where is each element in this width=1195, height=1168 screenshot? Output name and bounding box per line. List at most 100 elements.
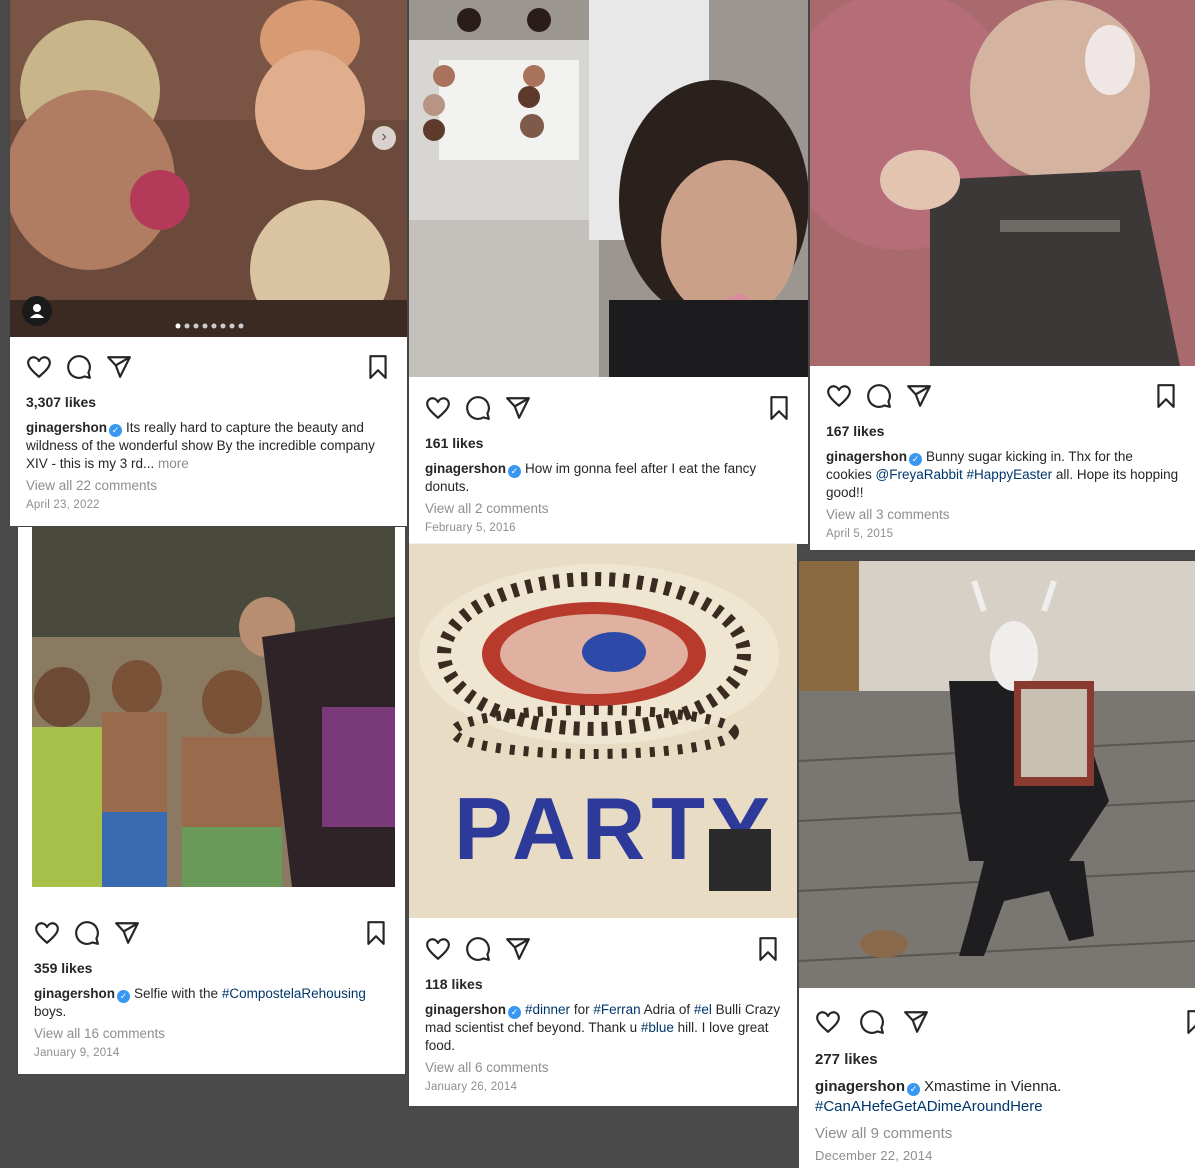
action-bar: [34, 918, 389, 948]
post-photo-show[interactable]: [10, 0, 407, 337]
post-footer: 277 likes ginagershon ✓ Xmastime in Vienna…: [799, 1007, 1195, 1163]
verified-icon: ✓: [508, 1006, 522, 1019]
username-link[interactable]: ginagershon: [815, 1078, 905, 1095]
share-icon[interactable]: [114, 920, 140, 946]
bookmark-icon[interactable]: [363, 920, 389, 946]
view-comments-link[interactable]: View all 6 comments: [425, 1060, 781, 1075]
hashtag-link[interactable]: @FreyaRabbit: [876, 467, 963, 482]
bookmark-icon[interactable]: [365, 354, 391, 380]
username-link[interactable]: ginagershon: [34, 986, 115, 1001]
comment-icon[interactable]: [465, 395, 491, 421]
likes-count[interactable]: 3,307 likes: [26, 394, 391, 410]
verified-icon: ✓: [907, 1083, 921, 1096]
post-date: January 9, 2014: [34, 1047, 120, 1059]
hashtag-link[interactable]: #HappyEaster: [967, 467, 1053, 482]
verified-icon: ✓: [117, 990, 131, 1003]
post-caption: ginagershon ✓ How im gonna feel after I ea…: [425, 460, 792, 496]
action-bar: [815, 1007, 1195, 1037]
comment-icon[interactable]: [66, 354, 92, 380]
carousel-next-icon[interactable]: ›: [372, 126, 396, 150]
heart-icon[interactable]: [26, 354, 52, 380]
carousel-dots: [175, 316, 245, 329]
post-date: February 5, 2016: [425, 522, 516, 534]
heart-icon[interactable]: [34, 920, 60, 946]
post-footer: 359 likes ginagershon ✓ Selfie with the #C…: [18, 918, 405, 1059]
comment-icon[interactable]: [866, 383, 892, 409]
likes-count[interactable]: 161 likes: [425, 435, 792, 451]
likes-count[interactable]: 277 likes: [815, 1051, 1179, 1068]
post-date: April 23, 2022: [26, 499, 100, 511]
post-footer: 118 likes ginagershon ✓ #dinner for #Ferra…: [409, 934, 797, 1093]
username-link[interactable]: ginagershon: [826, 449, 907, 464]
view-comments-link[interactable]: View all 22 comments: [26, 478, 391, 493]
post-date: January 26, 2014: [425, 1081, 518, 1093]
verified-icon: ✓: [508, 465, 522, 478]
likes-count[interactable]: 167 likes: [826, 423, 1179, 439]
action-bar: [826, 381, 1179, 411]
post-footer: 3,307 likes ginagershon ✓ Its really hard …: [10, 352, 407, 511]
user-tag-icon[interactable]: [22, 296, 52, 326]
verified-icon: ✓: [909, 453, 923, 466]
post-card: 277 likes ginagershon ✓ Xmastime in Vienna…: [799, 561, 1195, 1168]
post-photo-selfie[interactable]: [32, 527, 395, 887]
caption-text: Adria of: [640, 1002, 694, 1017]
share-icon[interactable]: [106, 354, 132, 380]
post-caption: ginagershon ✓ Bunny sugar kicking in. Thx …: [826, 448, 1179, 502]
username-link[interactable]: ginagershon: [425, 1002, 506, 1017]
heart-icon[interactable]: [425, 395, 451, 421]
action-bar: [26, 352, 391, 382]
hashtag-link[interactable]: #CompostelaRehousing: [222, 986, 366, 1001]
action-bar: [425, 393, 792, 423]
view-comments-link[interactable]: View all 3 comments: [826, 507, 1179, 522]
view-comments-link[interactable]: View all 16 comments: [34, 1026, 389, 1041]
post-caption: ginagershon ✓ #dinner for #Ferran Adria of…: [425, 1001, 781, 1055]
view-comments-link[interactable]: View all 2 comments: [425, 501, 792, 516]
comment-icon[interactable]: [859, 1009, 885, 1035]
caption-text: boys.: [34, 1004, 67, 1019]
comment-icon[interactable]: [74, 920, 100, 946]
post-date: December 22, 2014: [815, 1148, 933, 1163]
username-link[interactable]: ginagershon: [26, 420, 107, 435]
bookmark-icon[interactable]: [1153, 383, 1179, 409]
caption-text: for: [570, 1002, 594, 1017]
post-footer: 161 likes ginagershon ✓ How im gonna feel …: [409, 393, 808, 534]
share-icon[interactable]: [505, 936, 531, 962]
post-card: 167 likes ginagershon ✓ Bunny sugar kickin…: [810, 0, 1195, 550]
post-photo-party[interactable]: PARTY: [409, 544, 797, 918]
share-icon[interactable]: [906, 383, 932, 409]
post-card: › 3,307 likes ginagershon ✓ Its really har…: [10, 0, 407, 526]
heart-icon[interactable]: [425, 936, 451, 962]
bookmark-icon[interactable]: [1183, 1009, 1195, 1035]
hashtag-link[interactable]: #blue: [641, 1020, 674, 1035]
likes-count[interactable]: 359 likes: [34, 960, 389, 976]
hashtag-link[interactable]: #Ferran: [593, 1002, 640, 1017]
bookmark-icon[interactable]: [766, 395, 792, 421]
share-icon[interactable]: [505, 395, 531, 421]
likes-count[interactable]: 118 likes: [425, 976, 781, 992]
post-photo-bunny[interactable]: [810, 0, 1195, 366]
caption-text: Selfie with the: [134, 986, 222, 1001]
post-card: 161 likes ginagershon ✓ How im gonna feel …: [409, 0, 808, 544]
post-caption: ginagershon ✓ Selfie with the #CompostelaR…: [34, 985, 389, 1021]
post-footer: 167 likes ginagershon ✓ Bunny sugar kickin…: [810, 381, 1195, 540]
action-bar: [425, 934, 781, 964]
post-card: 359 likes ginagershon ✓ Selfie with the #C…: [18, 527, 405, 1074]
username-link[interactable]: ginagershon: [425, 461, 506, 476]
post-card: PARTY 118 likes ginagershon ✓ #dinner for …: [409, 544, 797, 1106]
post-caption: ginagershon ✓ Xmastime in Vienna. #CanAHef…: [815, 1077, 1179, 1117]
comment-icon[interactable]: [465, 936, 491, 962]
post-photo-donuts[interactable]: [409, 0, 808, 377]
share-icon[interactable]: [903, 1009, 929, 1035]
view-comments-link[interactable]: View all 9 comments: [815, 1125, 1179, 1142]
heart-icon[interactable]: [815, 1009, 841, 1035]
heart-icon[interactable]: [826, 383, 852, 409]
hashtag-link[interactable]: #dinner: [525, 1002, 570, 1017]
hashtag-link[interactable]: #CanAHefeGetADimeAroundHere: [815, 1098, 1043, 1115]
hashtag-link[interactable]: #el: [694, 1002, 712, 1017]
verified-icon: ✓: [109, 424, 123, 437]
caption-text: Xmastime in Vienna.: [924, 1078, 1062, 1095]
post-caption: ginagershon ✓ Its really hard to capture t…: [26, 419, 391, 473]
more-link[interactable]: more: [158, 456, 189, 471]
bookmark-icon[interactable]: [755, 936, 781, 962]
post-photo-vienna[interactable]: [799, 561, 1195, 988]
